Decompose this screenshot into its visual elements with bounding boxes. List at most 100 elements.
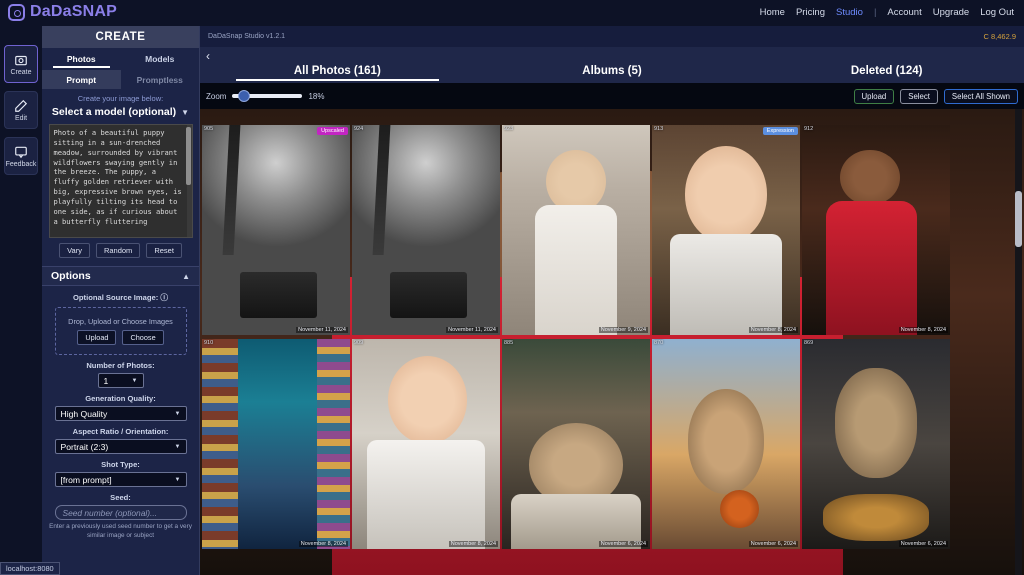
tab-all-photos[interactable]: All Photos (161) — [200, 53, 475, 81]
rail-item-create[interactable]: Create — [4, 45, 38, 83]
photo-id: 905 — [204, 126, 214, 132]
photo-card[interactable]: 885 November 6, 2024 — [502, 339, 650, 549]
gallery-scrollbar-thumb[interactable] — [1015, 191, 1022, 247]
upload-source-button[interactable]: Upload — [77, 330, 117, 345]
photo-card[interactable]: 923 November 9, 2024 — [502, 125, 650, 335]
select-button[interactable]: Select — [900, 88, 938, 104]
photo-thumbnail — [202, 125, 350, 335]
photo-date: November 8, 2024 — [298, 541, 348, 547]
prompt-scrollbar-thumb[interactable] — [185, 127, 191, 185]
create-hint: Create your image below: — [77, 94, 164, 103]
photo-id: 913 — [654, 126, 664, 132]
aspect-ratio-value: Portrait (2:3) — [60, 441, 109, 452]
speech-bubble-icon — [14, 145, 29, 160]
photo-row-2: 910 November 8, 2024 909 November 8, 202… — [200, 337, 1024, 551]
create-panel: CREATE Photos Models Prompt Promptless C… — [42, 26, 200, 575]
source-image-dropzone[interactable]: Drop, Upload or Choose Images Upload Cho… — [54, 307, 187, 355]
reset-button[interactable]: Reset — [146, 243, 182, 258]
tab-albums[interactable]: Albums (5) — [475, 53, 750, 77]
photo-card[interactable]: 869 November 6, 2024 — [802, 339, 950, 549]
studio-version-bar: DaDaSnap Studio v1.2.1 C 8,462.9 — [200, 26, 1024, 47]
photo-id: 870 — [654, 340, 664, 346]
seed-input[interactable]: Seed number (optional)... — [54, 505, 187, 520]
zoom-slider[interactable] — [232, 90, 303, 102]
shot-type-value: [from prompt] — [60, 474, 112, 485]
info-icon[interactable]: ⓘ — [160, 293, 168, 302]
status-badge: Expression — [762, 127, 798, 135]
number-of-photos-select[interactable]: 1 ▼ — [97, 373, 144, 388]
photo-thumbnail — [652, 125, 800, 335]
photo-card[interactable]: 910 November 8, 2024 — [202, 339, 350, 549]
tab-deleted[interactable]: Deleted (124) — [749, 53, 1024, 77]
random-button[interactable]: Random — [95, 243, 141, 258]
photo-thumbnail — [352, 339, 500, 549]
photo-date: November 6, 2024 — [748, 541, 798, 547]
photo-card[interactable]: 909 November 8, 2024 — [352, 339, 500, 549]
photo-id: 912 — [804, 126, 814, 132]
photo-card[interactable]: 905 Upscaled November 11, 2024 — [202, 125, 350, 335]
rail-item-edit[interactable]: Edit — [4, 91, 38, 129]
generation-quality-label: Generation Quality: — [85, 394, 156, 403]
zoom-value: 18% — [308, 91, 325, 101]
zoom-label: Zoom — [206, 91, 227, 101]
gallery-scrollbar[interactable] — [1015, 109, 1022, 575]
brand: DaDaSNAP — [8, 3, 117, 21]
rail-label-edit: Edit — [14, 114, 28, 122]
vary-button[interactable]: Vary — [59, 243, 90, 258]
nav-studio[interactable]: Studio — [836, 7, 863, 18]
gallery-tabs: ‹ All Photos (161) Albums (5) Deleted (1… — [200, 47, 1024, 83]
photo-thumbnail — [802, 339, 950, 549]
photo-date: November 9, 2024 — [598, 327, 648, 333]
tab-photos[interactable]: Photos — [42, 48, 121, 70]
photo-thumbnail — [652, 339, 800, 549]
generation-quality-select[interactable]: High Quality ▼ — [54, 406, 187, 421]
partial-thumb[interactable] — [200, 109, 1024, 575]
app-root: DaDaSNAP Home Pricing Studio | Account U… — [0, 0, 1024, 575]
rail-label-feedback: Feedback — [5, 160, 37, 168]
nav-upgrade[interactable]: Upgrade — [933, 7, 969, 18]
model-select[interactable]: Select a model (optional) ▼ — [49, 106, 193, 118]
number-of-photos-label: Number of Photos: — [86, 361, 155, 370]
subtab-promptless[interactable]: Promptless — [121, 70, 200, 89]
shot-type-label: Shot Type: — [101, 460, 140, 469]
chevron-up-icon[interactable]: ▲ — [182, 272, 190, 281]
upload-button[interactable]: Upload — [853, 88, 895, 104]
select-all-shown-button[interactable]: Select All Shown — [943, 88, 1018, 104]
seed-label: Seed: — [110, 493, 131, 502]
photo-card[interactable]: 870 November 6, 2024 — [652, 339, 800, 549]
choose-source-button[interactable]: Choose — [122, 330, 164, 345]
subtab-prompt[interactable]: Prompt — [42, 70, 121, 89]
photo-card[interactable]: 912 November 8, 2024 — [802, 125, 950, 335]
zoom-slider-thumb[interactable] — [238, 90, 251, 102]
model-select-value: Select a model (optional) — [51, 106, 177, 118]
main-content: DaDaSnap Studio v1.2.1 C 8,462.9 ‹ All P… — [200, 26, 1024, 575]
chevron-down-icon: ▼ — [174, 443, 181, 450]
photo-date: November 6, 2024 — [598, 541, 648, 547]
nav-pricing[interactable]: Pricing — [796, 7, 825, 18]
options-header[interactable]: Options ▲ — [42, 266, 199, 286]
prompt-input[interactable]: Photo of a beautiful puppy sitting in a … — [48, 124, 193, 238]
photo-card[interactable]: 924 November 11, 2024 — [352, 125, 500, 335]
nav-account[interactable]: Account — [887, 7, 921, 18]
photo-date: November 8, 2024 — [448, 541, 498, 547]
prompt-scrollbar[interactable] — [185, 125, 192, 237]
photo-id: 885 — [504, 340, 514, 346]
chevron-down-icon: ▼ — [181, 107, 190, 117]
panel-tabs: Photos Models — [42, 48, 199, 70]
panel-title: CREATE — [42, 26, 199, 48]
photo-row-1: 905 Upscaled November 11, 2024 924 Novem… — [200, 123, 1024, 337]
tab-models[interactable]: Models — [121, 48, 200, 70]
shot-type-select[interactable]: [from prompt] ▼ — [54, 472, 187, 487]
nav-log-out[interactable]: Log Out — [980, 7, 1014, 18]
options-title: Options — [51, 270, 91, 282]
chevron-down-icon: ▼ — [174, 476, 181, 483]
source-image-label-text: Optional Source Image: — [73, 293, 159, 302]
photo-thumbnail — [502, 339, 650, 549]
rail-label-create: Create — [10, 68, 32, 76]
rail-item-feedback[interactable]: Feedback — [4, 137, 38, 175]
aspect-ratio-select[interactable]: Portrait (2:3) ▼ — [54, 439, 187, 454]
nav-home[interactable]: Home — [760, 7, 785, 18]
status-bar: localhost:8080 — [0, 562, 60, 575]
source-image-label: Optional Source Image: ⓘ — [42, 292, 199, 303]
photo-card[interactable]: 913 Expression November 8, 2024 — [652, 125, 800, 335]
